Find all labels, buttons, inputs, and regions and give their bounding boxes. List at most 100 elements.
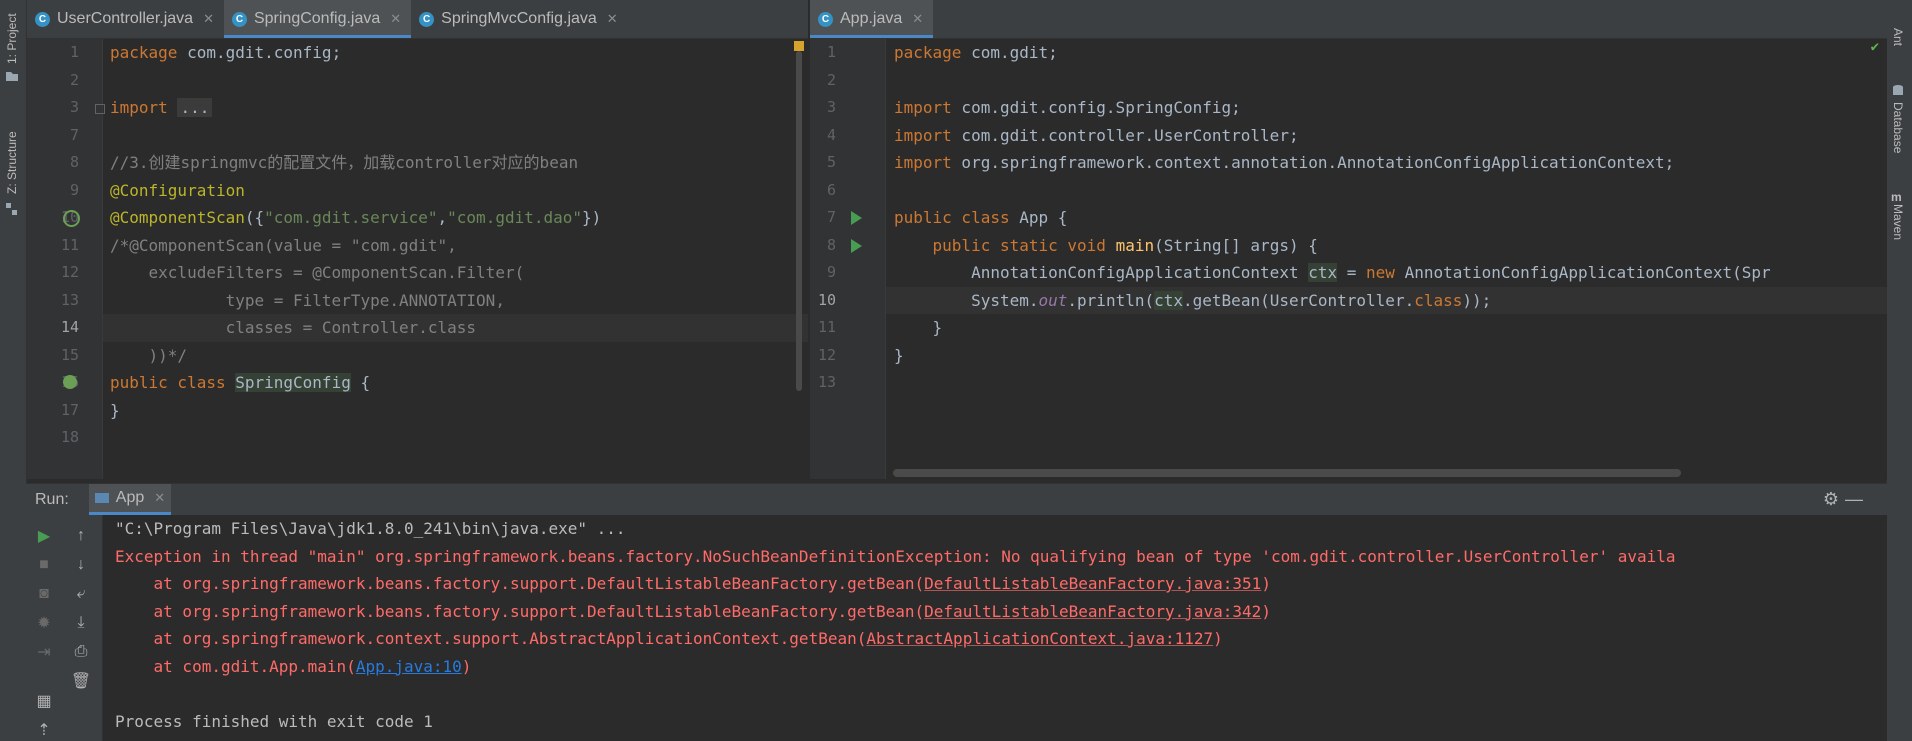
code-comment: /*@ComponentScan(value = "com.gdit", xyxy=(110,235,457,255)
run-tab-label: App xyxy=(115,489,145,506)
code-token: }) xyxy=(582,208,602,227)
camera-icon[interactable]: ◙ xyxy=(33,583,55,605)
structure-tool-tab[interactable]: Z: Structure xyxy=(2,118,24,218)
scroll-up-icon[interactable]: ↑ xyxy=(70,525,92,547)
line-number: 17 xyxy=(60,400,79,419)
warning-marker[interactable] xyxy=(794,41,804,51)
code-variable: ctx xyxy=(1308,263,1338,282)
run-gutter-icon[interactable] xyxy=(851,211,862,225)
stack-trace-line: at com.gdit.App.main(App.java:10) xyxy=(115,653,472,681)
project-tool-tab[interactable]: 1: Project xyxy=(2,6,24,86)
stack-trace-link[interactable]: App.java:10 xyxy=(356,657,462,676)
tab-label: SpringMvcConfig.java xyxy=(441,10,597,27)
stack-trace-text: ) xyxy=(461,656,472,676)
code-token: new xyxy=(1366,263,1395,282)
stack-trace-link[interactable]: DefaultListableBeanFactory.java:351 xyxy=(924,574,1261,593)
line-number: 5 xyxy=(826,153,836,171)
tab-app[interactable]: C App.java ✕ xyxy=(810,0,934,38)
stack-trace-link[interactable]: DefaultListableBeanFactory.java:342 xyxy=(924,602,1261,621)
line-number: 15 xyxy=(60,345,79,364)
code-annotation: @ComponentScan xyxy=(110,208,245,227)
folded-imports[interactable]: ... xyxy=(177,98,213,117)
console-command-line: "C:\Program Files\Java\jdk1.8.0_241\bin\… xyxy=(115,519,626,538)
inspection-ok-icon: ✔ xyxy=(1870,39,1879,55)
project-tool-label: 1: Project xyxy=(5,13,19,64)
code-variable: ctx xyxy=(1154,290,1184,310)
code-comment: //3.创建springmvc的配置文件，加载controller对应的bean xyxy=(110,153,579,172)
minimize-icon[interactable]: — xyxy=(1845,489,1863,510)
console-finished-line: Process finished with exit code 1 xyxy=(115,711,433,731)
gear-icon[interactable]: ⚙ xyxy=(1823,489,1839,510)
structure-tool-label: Z: Structure xyxy=(5,131,19,194)
soft-wrap-icon[interactable]: ⤶ xyxy=(70,583,92,605)
print-icon[interactable]: ⎙ xyxy=(70,641,92,663)
exit-icon[interactable]: ⇥ xyxy=(33,641,55,663)
code-token: App { xyxy=(1019,208,1068,227)
java-class-icon: C xyxy=(35,11,50,27)
pin-icon[interactable]: ⇡ xyxy=(33,719,55,741)
close-icon[interactable]: ✕ xyxy=(154,490,165,506)
console-output[interactable]: "C:\Program Files\Java\jdk1.8.0_241\bin\… xyxy=(103,515,1887,741)
app-run-icon xyxy=(94,493,109,503)
debug-icon[interactable]: ✹ xyxy=(33,612,55,634)
stack-trace-link[interactable]: AbstractApplicationContext.java:1127 xyxy=(866,629,1213,648)
fold-icon[interactable] xyxy=(95,104,105,114)
line-number: 10 xyxy=(817,290,836,309)
stack-trace-text: at org.springframework.beans.factory.sup… xyxy=(115,574,925,593)
code-token: package xyxy=(110,43,178,62)
code-token: System. xyxy=(894,290,1039,310)
close-icon[interactable]: ✕ xyxy=(912,11,923,27)
right-editor-tabbar: C App.java ✕ xyxy=(810,0,1887,39)
rerun-icon[interactable]: ▶ xyxy=(33,525,55,547)
tab-label: UserController.java xyxy=(57,10,194,27)
left-tool-stripe: 1: Project Z: Structure xyxy=(0,0,27,741)
code-token: import xyxy=(894,98,952,117)
code-token: class xyxy=(1414,290,1463,310)
scroll-down-icon[interactable]: ↓ xyxy=(70,554,92,576)
code-token: com.gdit; xyxy=(961,43,1058,62)
horizontal-scrollbar[interactable] xyxy=(893,469,1681,477)
run-gutter-icon[interactable] xyxy=(851,238,862,253)
code-string: "com.gdit.dao" xyxy=(447,208,583,227)
code-token: } xyxy=(894,345,904,365)
line-number: 7 xyxy=(69,125,79,144)
spring-bean-icon[interactable] xyxy=(63,375,77,389)
code-token: import xyxy=(110,98,168,117)
bean-gutter-icon[interactable] xyxy=(63,210,80,227)
stop-icon[interactable]: ■ xyxy=(33,554,55,576)
code-annotation: @Configuration xyxy=(110,180,245,200)
line-number: 18 xyxy=(60,428,79,446)
left-code-editor[interactable]: 1 package com.gdit.config; 2 3 import ... … xyxy=(27,39,808,479)
layout-icon[interactable]: ▦ xyxy=(33,690,55,712)
code-class-name: SpringConfig xyxy=(235,373,351,392)
tab-spring-config[interactable]: C SpringConfig.java ✕ xyxy=(223,0,412,38)
editor-scrollbar[interactable] xyxy=(796,51,802,391)
code-token: com.gdit.config.SpringConfig; xyxy=(951,98,1241,117)
code-comment: excludeFilters = @ComponentScan.Filter( xyxy=(110,263,525,282)
stack-trace-text: at org.springframework.beans.factory.sup… xyxy=(115,601,925,621)
right-code-editor[interactable]: 1 package com.gdit; 2 3 import com.gdit.co… xyxy=(810,39,1887,479)
database-icon xyxy=(1893,85,1903,95)
tab-label: SpringConfig.java xyxy=(253,10,381,27)
line-number: 11 xyxy=(817,318,836,336)
close-icon[interactable]: ✕ xyxy=(203,11,214,27)
tab-spring-mvc-config[interactable]: C SpringMvcConfig.java ✕ xyxy=(411,0,628,38)
code-token: , xyxy=(437,208,448,227)
line-number: 6 xyxy=(826,180,836,199)
code-method-name: main xyxy=(1115,235,1155,255)
database-tool-label: Database xyxy=(1891,102,1905,154)
left-editor-tabbar: C UserController.java ✕ C SpringConfig.j… xyxy=(27,0,808,39)
scroll-to-end-icon[interactable]: ⤓ xyxy=(70,612,92,634)
tab-user-controller[interactable]: C UserController.java ✕ xyxy=(27,0,224,38)
close-icon[interactable]: ✕ xyxy=(390,11,401,27)
close-icon[interactable]: ✕ xyxy=(607,11,618,27)
folder-icon xyxy=(6,72,18,81)
maven-icon: m xyxy=(1891,190,1902,204)
run-label: Run: xyxy=(35,490,69,508)
run-tab-app[interactable]: App ✕ xyxy=(88,484,172,515)
code-token: package xyxy=(894,43,962,62)
code-comment: ))*/ xyxy=(110,345,188,365)
trash-icon[interactable]: 🗑 xyxy=(70,670,92,692)
code-token: .println( xyxy=(1067,290,1155,310)
code-token: ({ xyxy=(244,208,265,227)
